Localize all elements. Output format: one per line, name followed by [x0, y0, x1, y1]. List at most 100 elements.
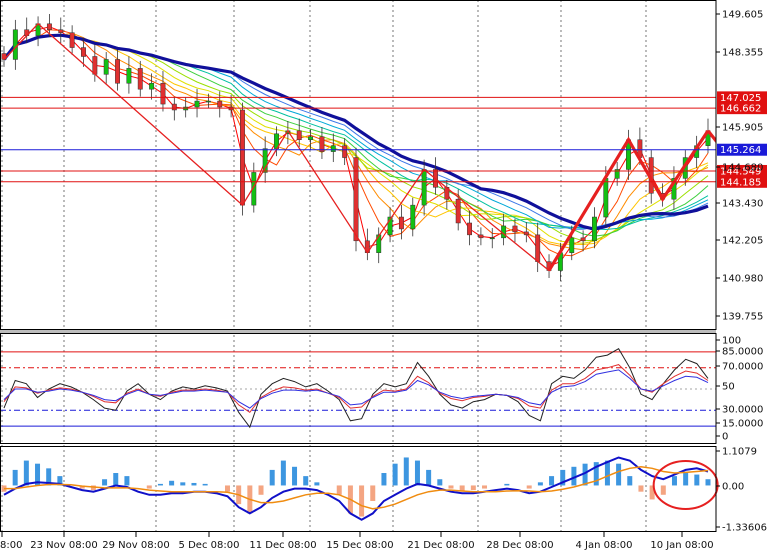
candle-body: [603, 178, 609, 218]
price-level-label-2: 145.264: [720, 145, 761, 156]
macd-histogram-bar: [616, 463, 622, 486]
macd-histogram-bar: [191, 482, 197, 486]
candle-body: [92, 56, 98, 75]
osc-axis-label-4: 30.0000: [722, 405, 763, 416]
macd-histogram-bar: [370, 485, 376, 502]
candle-body: [46, 23, 52, 30]
candle-body: [126, 68, 132, 84]
macd-histogram-bar: [504, 483, 510, 486]
candle-body: [398, 216, 404, 230]
macd-histogram-bar: [537, 482, 543, 486]
macd-histogram-bar: [113, 473, 119, 486]
macd-histogram-bar: [470, 485, 476, 491]
candle-body: [330, 145, 336, 152]
candle-body: [580, 237, 586, 242]
candle-body: [81, 47, 86, 57]
price-level-label-4: 144.185: [720, 177, 761, 188]
macd-histogram-bar: [23, 460, 29, 486]
candle-body: [69, 32, 75, 48]
candle-body: [137, 68, 143, 90]
macd-histogram-bar: [482, 485, 488, 489]
macd-histogram-bar: [604, 460, 610, 486]
candle-body: [478, 234, 484, 239]
macd-histogram-bar: [627, 476, 633, 486]
macd-histogram-bar: [392, 463, 398, 486]
candle-body: [489, 237, 495, 240]
candle-body: [353, 157, 359, 242]
candle-body: [467, 222, 472, 236]
macd-histogram-bar: [437, 479, 443, 486]
macd-histogram-bar: [12, 469, 18, 486]
macd-histogram-bar: [549, 476, 555, 486]
osc-axis-label-3: 50: [722, 382, 735, 393]
candle-body: [421, 169, 427, 206]
time-axis-label-4: 11 Dec 08:00: [249, 540, 316, 551]
candle-body: [103, 59, 109, 75]
macd-histogram-bar: [146, 485, 152, 489]
macd-histogram-bar: [694, 474, 700, 486]
macd-histogram-bar: [683, 473, 689, 486]
macd-axis-label-1: 0.00: [722, 482, 744, 493]
macd-histogram-bar: [102, 479, 108, 486]
macd-histogram-bar: [705, 479, 711, 486]
macd-histogram-bar: [426, 469, 432, 486]
candle-body: [410, 204, 416, 230]
candle-body: [194, 100, 200, 108]
candle-body: [58, 29, 64, 33]
time-axis-label-0: 8:00: [0, 540, 22, 551]
time-axis-label-5: 15 Dec 08:00: [326, 540, 393, 551]
candle-body: [535, 234, 541, 262]
osc-axis-label-2: 70.0000: [722, 362, 763, 373]
candle-body: [205, 100, 211, 103]
candle-body: [149, 82, 155, 90]
macd-histogram-bar: [258, 485, 264, 495]
candle-body: [240, 109, 245, 206]
macd-histogram-bar: [526, 485, 532, 489]
macd-axis-label-0: 1.1079: [722, 447, 757, 458]
macd-histogram-bar: [381, 473, 387, 486]
osc-axis-label-1: 85.0000: [722, 347, 763, 358]
macd-histogram-bar: [660, 485, 666, 495]
macd-axis-label-2: -1.33606: [722, 523, 767, 534]
macd-histogram-bar: [403, 457, 409, 486]
candle-body: [592, 216, 597, 242]
candle-body: [217, 100, 223, 108]
macd-histogram-bar: [169, 480, 175, 486]
price-axis-label-4: 143.430: [722, 199, 763, 210]
candle-body: [569, 237, 575, 253]
price-axis-label-6: 140.980: [722, 274, 763, 285]
macd-histogram-bar: [638, 485, 644, 492]
macd-histogram-bar: [202, 483, 208, 486]
price-level-label-1: 146.662: [720, 104, 761, 115]
macd-histogram-bar: [448, 485, 454, 489]
candle-body: [296, 130, 302, 140]
price-axis-label-3: 144.680: [722, 163, 763, 174]
candle-body: [160, 82, 166, 105]
time-axis-label-9: 10 Jan 08:00: [650, 540, 713, 551]
macd-histogram-bar: [292, 466, 298, 486]
macd-histogram-bar: [280, 460, 286, 486]
macd-histogram-bar: [314, 482, 320, 486]
price-axis-label-5: 142.205: [722, 236, 763, 247]
osc-axis-label-5: 15.0000: [722, 419, 763, 430]
macd-histogram-bar: [224, 485, 230, 492]
candle-body: [512, 225, 518, 233]
time-axis-label-1: 23 Nov 08:00: [30, 540, 97, 551]
macd-histogram-bar: [359, 485, 365, 517]
macd-histogram-bar: [671, 476, 677, 486]
time-axis-label-2: 29 Nov 08:00: [102, 540, 169, 551]
macd-histogram-bar: [336, 485, 342, 495]
price-axis-label-7: 139.755: [722, 312, 763, 323]
macd-histogram-bar: [303, 476, 309, 486]
time-axis-label-3: 5 Dec 08:00: [179, 540, 240, 551]
candle-body: [12, 29, 18, 60]
panel-divider-0: [0, 330, 716, 333]
candle-body: [308, 136, 314, 140]
chart-root: 147.025 146.662 145.264 144.549 144.185 149.6…: [0, 0, 770, 553]
time-axis-label-8: 4 Jan 08:00: [576, 540, 633, 551]
macd-histogram-bar: [124, 476, 130, 486]
candle-body: [115, 59, 120, 84]
osc-axis-label-0: 100: [722, 336, 741, 347]
macd-histogram-bar: [269, 469, 275, 486]
candle-body: [342, 145, 348, 158]
